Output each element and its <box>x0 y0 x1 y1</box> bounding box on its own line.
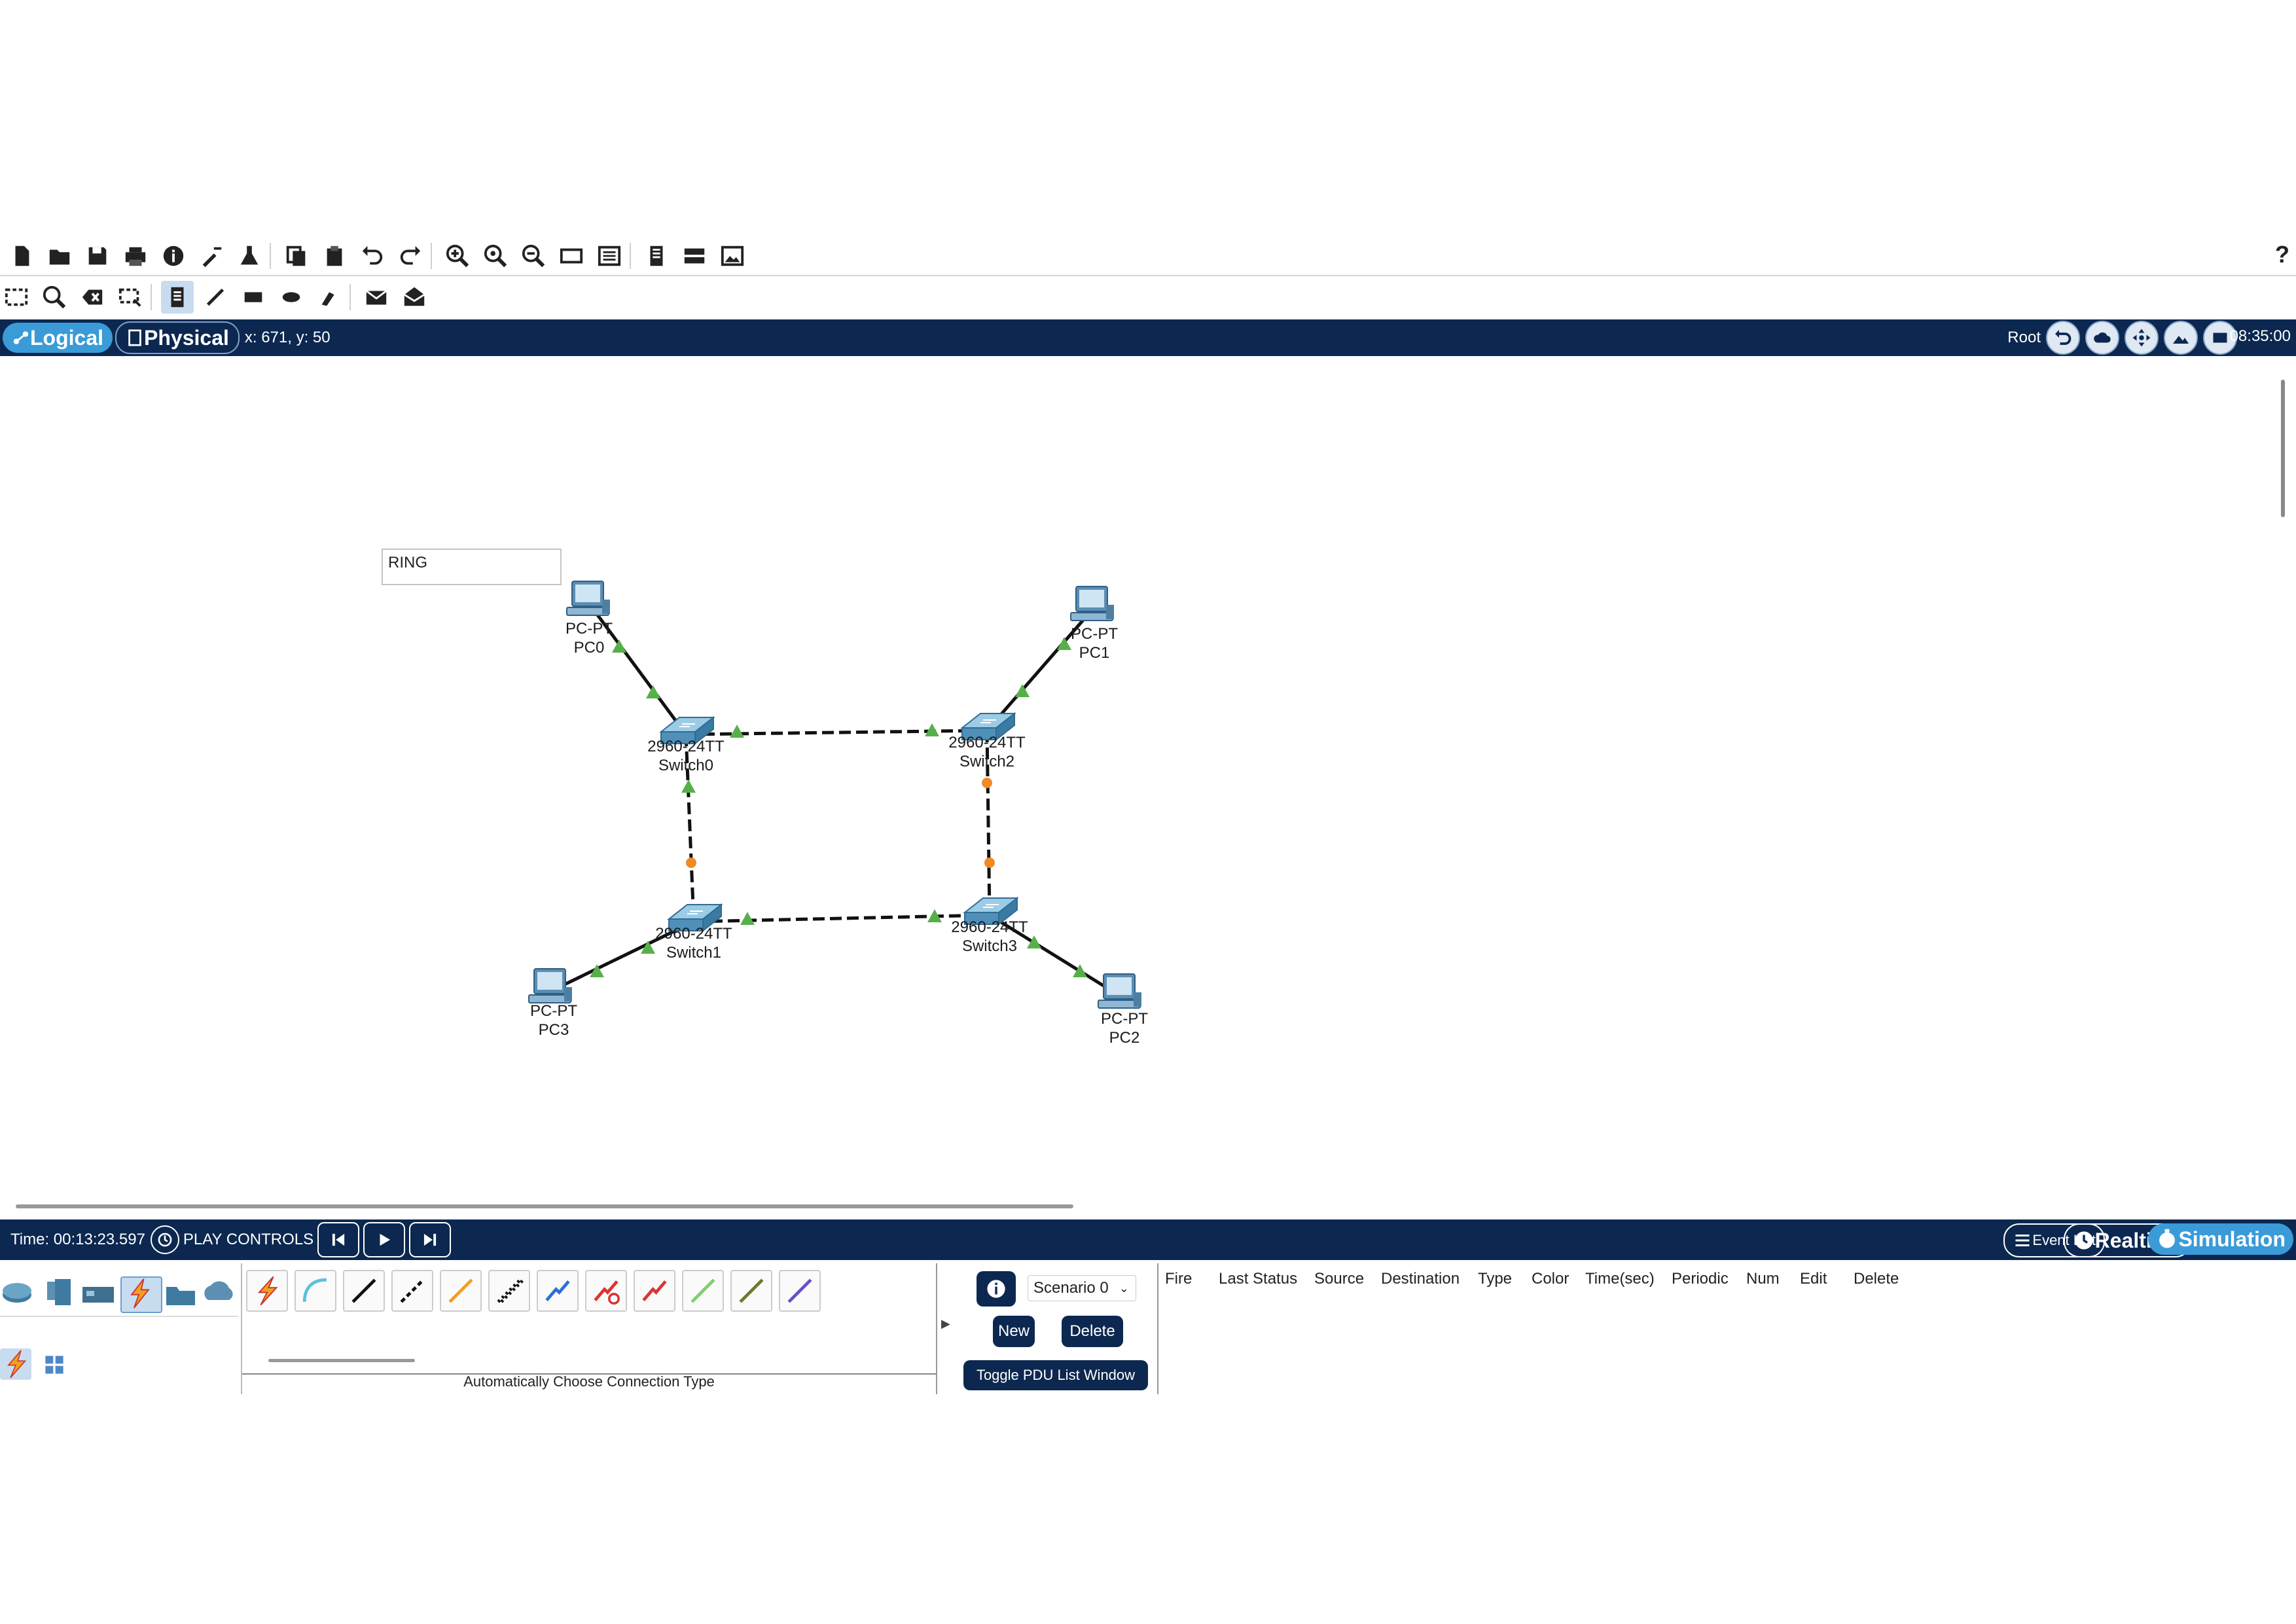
port-sw1-blocked <box>686 857 696 868</box>
network-devices-icon[interactable] <box>0 1276 39 1310</box>
column-time: Time(sec) <box>1585 1270 1655 1288</box>
simulation-time: Time: 00:13:23.597 <box>10 1231 145 1248</box>
pc-device-icon[interactable] <box>566 581 610 616</box>
device-name-label: Switch1 <box>666 944 721 962</box>
panel-divider <box>0 1316 238 1317</box>
miscellaneous-icon[interactable] <box>161 1276 200 1310</box>
delete-scenario-button[interactable]: Delete <box>1062 1316 1123 1347</box>
phone-cable-icon[interactable] <box>488 1270 530 1312</box>
device-model-label: 2960-24TT <box>655 925 732 943</box>
scenario-value: Scenario 0 <box>1033 1279 1109 1297</box>
pc-device-icon[interactable] <box>1070 586 1114 621</box>
simulation-label: Simulation <box>2178 1227 2286 1251</box>
end-devices-icon[interactable] <box>39 1276 79 1310</box>
scenario-panel: Scenario 0 ⌄ New Delete Toggle PDU List … <box>942 1263 1158 1394</box>
device-model-label: PC-PT <box>530 1002 577 1020</box>
port-sw2-blocked <box>982 778 992 788</box>
back-step-button[interactable] <box>317 1222 360 1257</box>
device-name-label: PC1 <box>1079 644 1110 662</box>
grid-icon[interactable] <box>43 1354 69 1380</box>
pc-device-icon[interactable] <box>528 968 572 1003</box>
play-controls-label: PLAY CONTROLS <box>183 1231 314 1248</box>
port-sw0-up <box>730 725 744 738</box>
column-periodic: Periodic <box>1672 1270 1729 1288</box>
serial-dce-icon[interactable] <box>585 1270 627 1312</box>
info-button[interactable] <box>977 1271 1016 1307</box>
column-destination: Destination <box>1381 1270 1460 1288</box>
port-sw3-up <box>1027 935 1041 948</box>
coaxial-cable-icon[interactable] <box>537 1270 579 1312</box>
connections-icon[interactable] <box>120 1276 162 1313</box>
port-pc0-up <box>612 640 626 653</box>
port-sw1-up <box>740 912 755 925</box>
connection-type-caption: Automatically Choose Connection Type <box>463 1373 715 1390</box>
link-sw1-sw3[interactable] <box>693 913 990 924</box>
device-model-label: PC-PT <box>1071 625 1118 643</box>
octal-cable-icon[interactable] <box>682 1270 724 1312</box>
toggle-pdu-list-button[interactable]: Toggle PDU List Window <box>963 1360 1148 1390</box>
iot-cable-icon[interactable] <box>730 1270 772 1312</box>
connections-scrollbar[interactable] <box>268 1359 415 1362</box>
device-model-label: 2960-24TT <box>951 918 1028 936</box>
device-name-label: PC0 <box>574 639 605 657</box>
device-name-label: PC2 <box>1109 1029 1140 1047</box>
play-button[interactable] <box>363 1222 406 1257</box>
device-model-label: 2960-24TT <box>647 738 725 755</box>
console-cable-icon[interactable] <box>295 1270 336 1312</box>
column-edit: Edit <box>1800 1270 1827 1288</box>
serial-dte-icon[interactable] <box>634 1270 675 1312</box>
usb-cable-icon[interactable] <box>779 1270 821 1312</box>
device-model-label: PC-PT <box>1101 1010 1148 1028</box>
column-color: Color <box>1532 1270 1570 1288</box>
port-pc1-up <box>1057 637 1071 650</box>
info-icon <box>987 1280 1005 1298</box>
device-name-label: Switch3 <box>962 937 1017 955</box>
auto-connection-icon[interactable] <box>246 1270 288 1312</box>
clock-mode-icon <box>2075 1231 2093 1250</box>
simulation-time-bar: Time: 00:13:23.597 PLAY CONTROLS Event L… <box>0 1219 2296 1260</box>
skip-forward-icon <box>423 1233 437 1246</box>
device-type-panel: Automatically Choose Connection Type <box>0 1263 937 1394</box>
device-model-label: PC-PT <box>565 620 613 638</box>
port-sw0-up <box>681 780 696 793</box>
pdu-list-table: Fire Last Status Source Destination Type… <box>1157 1263 2296 1394</box>
port-sw0-up <box>646 685 660 698</box>
column-fire: Fire <box>1165 1270 1193 1288</box>
play-icon <box>380 1233 391 1246</box>
clock-icon[interactable] <box>150 1225 179 1254</box>
skip-back-icon <box>332 1233 345 1246</box>
multiuser-icon[interactable] <box>200 1276 240 1310</box>
forward-step-button[interactable] <box>409 1222 452 1257</box>
new-scenario-button[interactable]: New <box>993 1316 1035 1347</box>
list-icon <box>2015 1235 2030 1246</box>
scenario-select[interactable]: Scenario 0 ⌄ <box>1028 1275 1136 1301</box>
components-icon[interactable] <box>80 1276 119 1310</box>
device-name-label: Switch2 <box>960 753 1014 770</box>
column-type: Type <box>1478 1270 1513 1288</box>
column-last-status: Last Status <box>1219 1270 1298 1288</box>
fiber-cable-icon[interactable] <box>440 1270 482 1312</box>
column-delete: Delete <box>1854 1270 1899 1288</box>
device-name-label: PC3 <box>539 1021 569 1039</box>
link-layer <box>550 602 1122 998</box>
stopwatch-icon <box>2159 1229 2176 1248</box>
device-name-label: Switch0 <box>658 757 713 774</box>
copper-straight-icon[interactable] <box>343 1270 385 1312</box>
simulation-mode-button[interactable]: Simulation <box>2148 1223 2293 1255</box>
column-source: Source <box>1314 1270 1365 1288</box>
device-model-label: 2960-24TT <box>948 734 1026 751</box>
link-sw0-sw2[interactable] <box>685 729 988 736</box>
pc-device-icon[interactable] <box>1098 973 1141 1009</box>
port-sw3-blocked <box>984 857 995 868</box>
copper-cross-icon[interactable] <box>391 1270 433 1312</box>
column-num: Num <box>1746 1270 1780 1288</box>
connection-subtype-icon[interactable] <box>0 1348 31 1380</box>
chevron-down-icon: ⌄ <box>1119 1281 1129 1295</box>
